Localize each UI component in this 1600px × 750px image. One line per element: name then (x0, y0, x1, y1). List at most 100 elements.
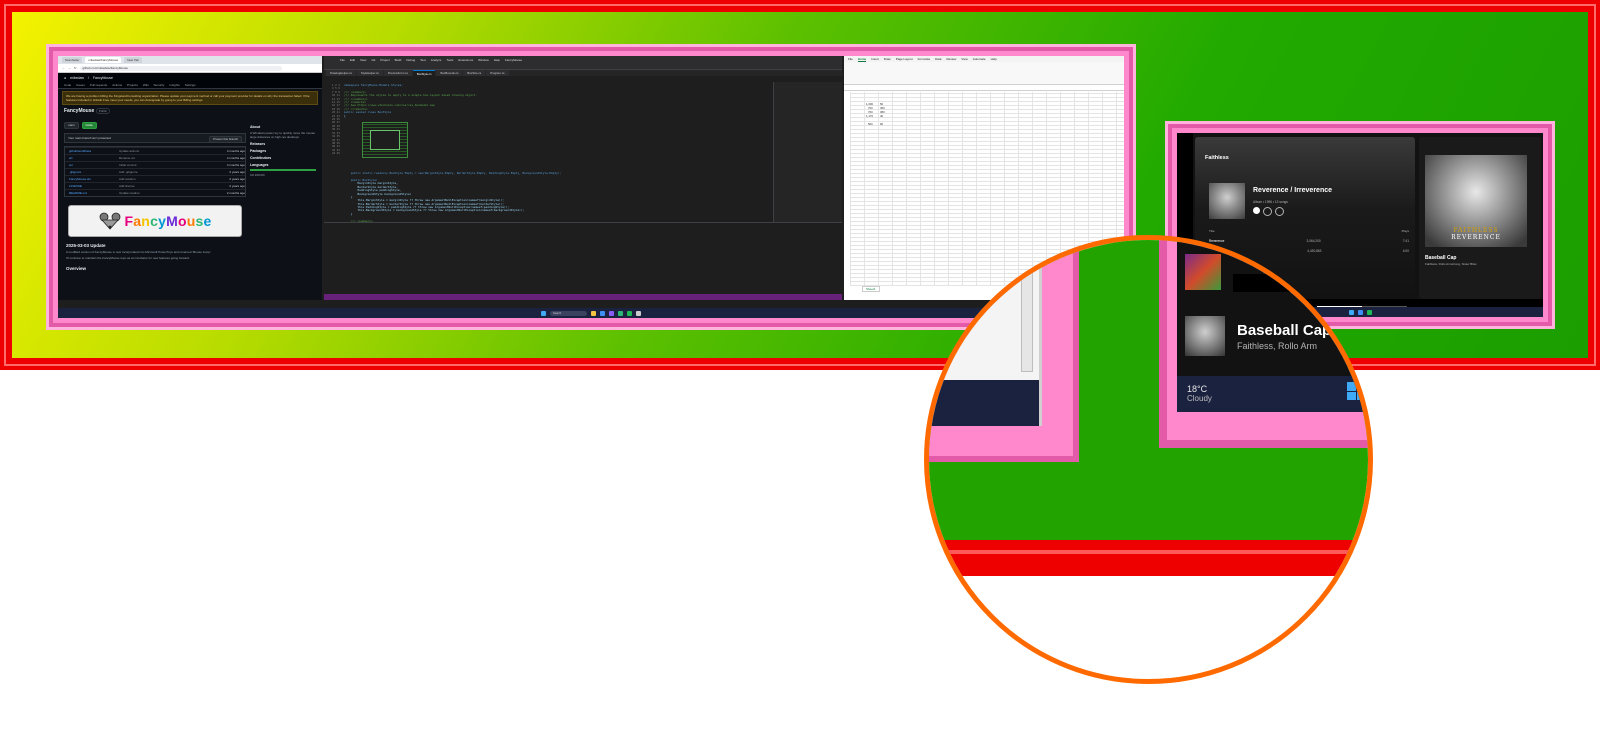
settings-icon[interactable] (636, 310, 641, 316)
ribbon-tab[interactable]: Help (991, 57, 997, 61)
ribbon-tab[interactable]: Page Layout (896, 57, 913, 61)
tab-pull-requests[interactable]: Pull requests (90, 83, 107, 87)
output-panel[interactable] (324, 222, 842, 291)
file-row[interactable]: src Initial commit 4 months ago (65, 161, 245, 168)
github-logo-icon[interactable]: ● (64, 76, 66, 80)
file-row[interactable]: LICENSE Add license 2 years ago (65, 182, 245, 189)
file-row[interactable]: README.md Update readme 2 months ago (65, 189, 245, 196)
now-playing-artist[interactable]: Faithless, Rollo Armstrong, Sister Bliss (1425, 262, 1477, 266)
weather-widget[interactable]: 18°C Cloudy (1187, 384, 1212, 404)
scrollbar[interactable] (1021, 250, 1033, 372)
ribbon-tab-active[interactable]: Home (857, 57, 867, 62)
formula-bar[interactable] (844, 85, 1124, 91)
like-icon[interactable] (1263, 207, 1272, 216)
magnifier-lens[interactable]: Baseball Cap Faithless, Rollo Arm 18°C C… (924, 235, 1373, 684)
file-row[interactable]: github/workflows Update actions 4 months a… (65, 147, 245, 154)
menu-item[interactable]: Help (494, 58, 500, 62)
editor-tab[interactable]: Program.cs (486, 70, 509, 76)
ide-icon[interactable] (609, 310, 614, 316)
menu-item[interactable]: Git (371, 58, 375, 62)
menu-item[interactable]: Debug (406, 58, 415, 62)
ribbon-tab[interactable]: Formulas (918, 57, 931, 61)
languages-title: Languages (250, 163, 269, 167)
browser-icon[interactable] (600, 310, 605, 316)
menu-item[interactable]: Test (420, 58, 426, 62)
download-icon[interactable] (1275, 207, 1284, 216)
ribbon-tab[interactable]: Automate (973, 57, 986, 61)
code-button[interactable]: Code (81, 122, 97, 129)
tab-issues[interactable]: Issues (76, 83, 85, 87)
repo-sidebar: About A Windows power toy to quickly mov… (250, 122, 316, 177)
music-icon[interactable] (627, 310, 632, 316)
play-button[interactable] (1253, 207, 1260, 214)
code-editor[interactable]: namespace FancyMouse.Models.Styles;/// <… (344, 84, 764, 236)
start-icon[interactable] (541, 310, 546, 316)
menu-item[interactable]: View (360, 58, 366, 62)
cell[interactable]: 1,170 (866, 114, 873, 118)
editor-tab[interactable]: BoxBounds.cs (436, 70, 463, 76)
editor-tab-active[interactable]: BoxStyle.cs (412, 70, 436, 76)
file-explorer-icon[interactable] (591, 310, 596, 316)
menu-item[interactable]: Tools (446, 58, 453, 62)
cell[interactable]: 40 (880, 114, 883, 118)
menu-item[interactable]: Window (478, 58, 489, 62)
repo-owner[interactable]: mikedaw (70, 76, 84, 80)
spreadsheet-icon[interactable] (618, 310, 623, 316)
protect-branch-button[interactable]: Protect this branch (208, 136, 242, 143)
ribbon-tab[interactable]: Data (935, 57, 941, 61)
cell[interactable]: 60 (880, 122, 883, 126)
repo-main-content: main Code Your main branch isn't protect… (64, 122, 246, 273)
browser-tab-active[interactable]: mikedaw/FancyMouse (85, 57, 122, 63)
menu-item[interactable]: File (340, 58, 345, 62)
ribbon-tab[interactable]: Insert (871, 57, 879, 61)
ide-window[interactable]: File Edit View Git Project Build Debug T… (324, 56, 842, 300)
tab-code[interactable]: Code (64, 83, 71, 87)
editor-tab[interactable]: DrawingHelper.cs (326, 70, 356, 76)
magnified-taskbar-left (929, 380, 1039, 426)
windows-start-icon[interactable] (1347, 382, 1365, 400)
sheet-tab[interactable]: Sheet1 (862, 286, 880, 292)
about-title: About (250, 125, 261, 129)
back-icon[interactable]: ← (62, 66, 65, 70)
ide-status-bar (324, 294, 842, 300)
tab-projects[interactable]: Projects (127, 83, 138, 87)
tab-settings[interactable]: Settings (185, 83, 196, 87)
magnifier-content: Baseball Cap Faithless, Rollo Arm 18°C C… (929, 240, 1368, 679)
browser-window[interactable]: Stumbelier mikedaw/FancyMouse New Tab ← … (58, 56, 322, 300)
ribbon[interactable] (844, 62, 1124, 85)
file-row[interactable]: FancyMouse.sln Add solution 2 years ago (65, 175, 245, 182)
file-row[interactable]: .gitignore Add .gitignore 2 years ago (65, 168, 245, 175)
tab-wiki[interactable]: Wiki (143, 83, 149, 87)
taskbar-search[interactable]: Search (550, 310, 587, 316)
now-playing-title[interactable]: Baseball Cap (1425, 255, 1456, 261)
tab-insights[interactable]: Insights (169, 83, 179, 87)
solution-explorer-panel[interactable] (773, 82, 842, 222)
editor-tab[interactable]: StyleHelper.cs (356, 70, 383, 76)
editor-tab[interactable]: PreviewForm.cs (383, 70, 412, 76)
branch-protection-notice: Your main branch isn't protected Protect… (64, 133, 246, 143)
ribbon-tab[interactable]: Draw (884, 57, 891, 61)
url-input[interactable]: github.com/mikedaw/FancyMouse (79, 65, 282, 71)
album-meta: Album • 1996 • 13 songs (1253, 200, 1288, 204)
menu-item[interactable]: Analyze (431, 58, 442, 62)
branch-selector[interactable]: main (64, 122, 79, 129)
menu-item[interactable]: Build (395, 58, 402, 62)
tab-actions[interactable]: Actions (112, 83, 122, 87)
editor-tab[interactable]: BoxSize.cs (463, 70, 486, 76)
cell[interactable]: 500 (868, 122, 873, 126)
ribbon-tab[interactable]: File (848, 57, 853, 61)
file-row[interactable]: art Rename art 4 months ago (65, 154, 245, 161)
browser-tab[interactable]: New Tab (124, 57, 142, 63)
repo-name[interactable]: FancyMouse (93, 76, 113, 80)
browser-tab[interactable]: Stumbelier (62, 57, 83, 63)
ribbon-tab[interactable]: Review (946, 57, 956, 61)
menu-item[interactable]: Project (380, 58, 389, 62)
ribbon-tab[interactable]: View (961, 57, 967, 61)
reload-icon[interactable]: ↻ (74, 66, 77, 70)
tab-security[interactable]: Security (154, 83, 165, 87)
artist-name[interactable]: Faithless (1205, 155, 1229, 161)
menu-item[interactable]: Extensions (458, 58, 473, 62)
billing-warning-banner: We are having a problem billing the King… (62, 91, 318, 105)
menu-item[interactable]: Edit (350, 58, 355, 62)
forward-icon[interactable]: → (68, 66, 71, 70)
